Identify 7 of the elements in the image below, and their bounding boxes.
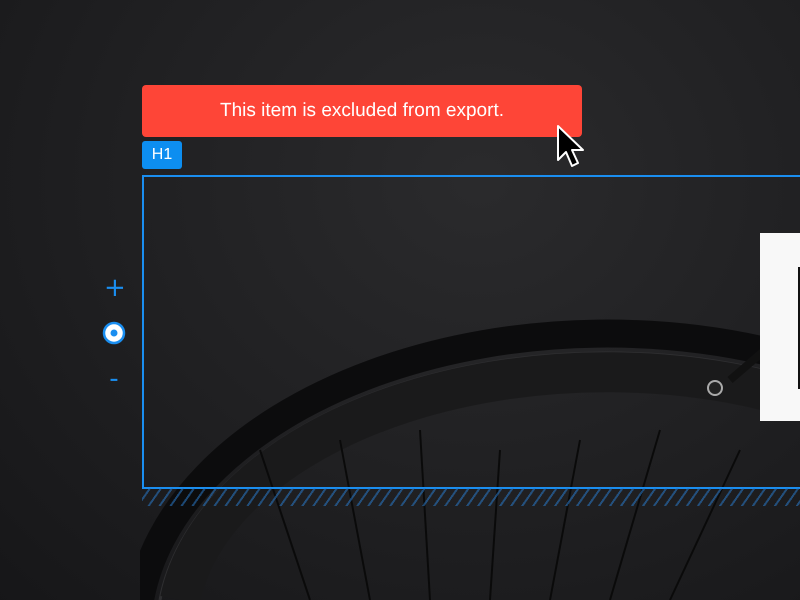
selection-frame[interactable] <box>142 175 800 489</box>
zoom-out-button[interactable]: - <box>104 366 124 392</box>
cursor-icon <box>556 124 586 170</box>
heading-tag: H1 <box>142 141 182 169</box>
target-icon[interactable] <box>102 321 126 345</box>
zoom-in-button[interactable]: + <box>104 275 124 301</box>
warning-toast: This item is excluded from export. <box>142 85 582 137</box>
